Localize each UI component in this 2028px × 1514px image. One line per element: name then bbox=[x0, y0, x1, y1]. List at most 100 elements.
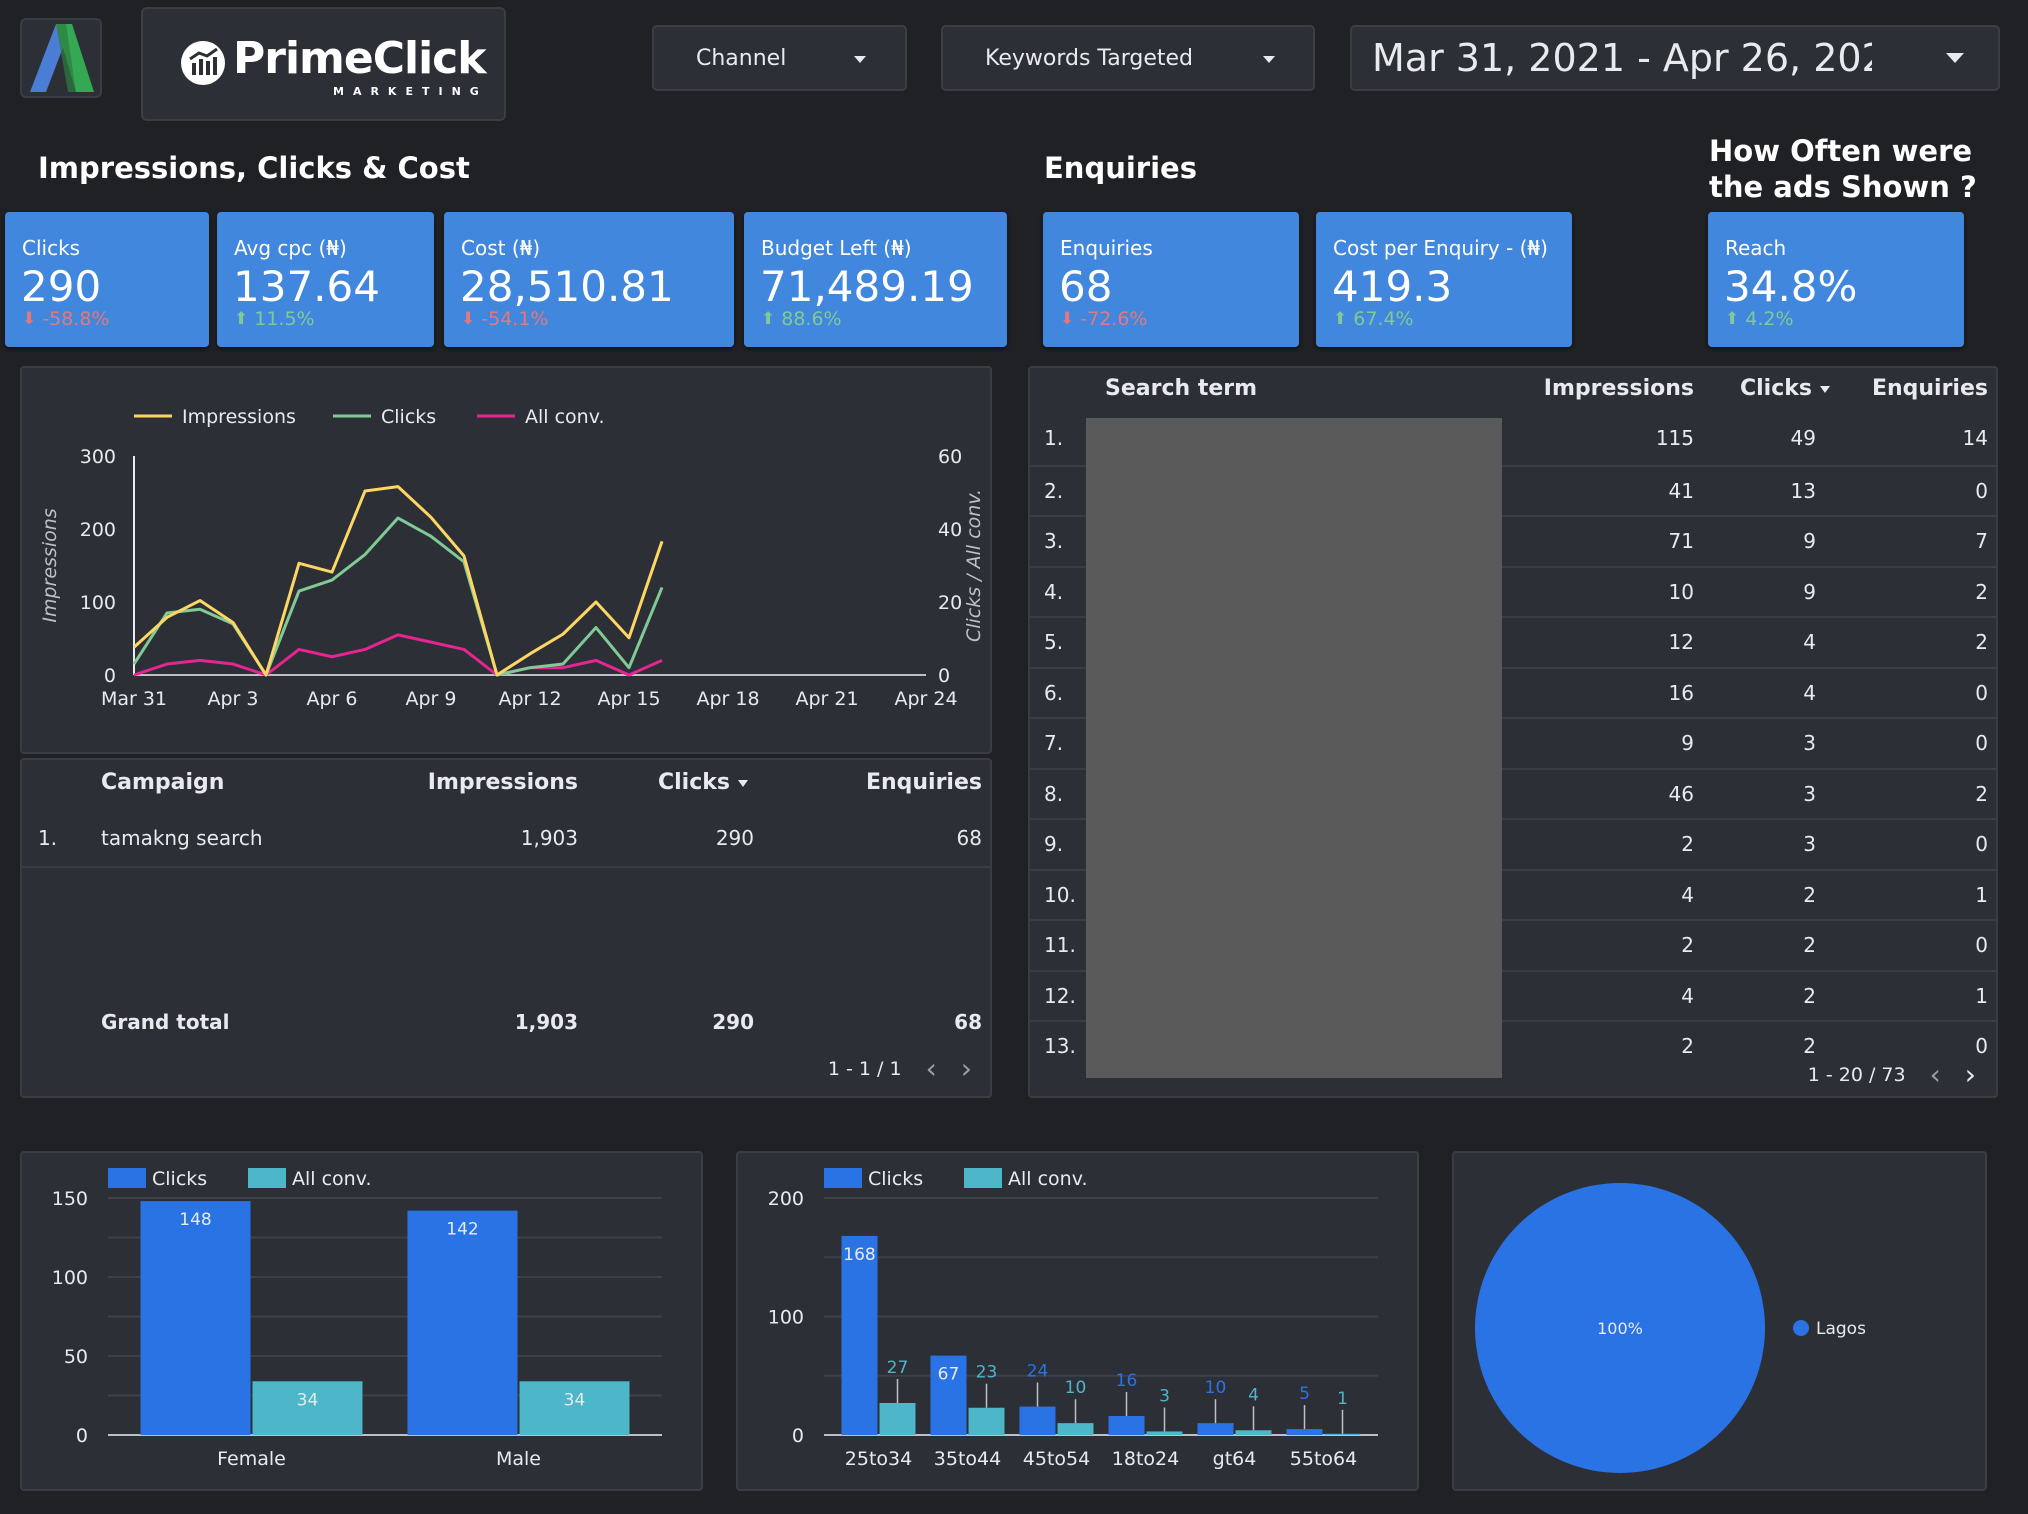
performance-line-chart-panel: Impressions Clicks All conv. 0 100 200 300 0 20 4… bbox=[20, 366, 992, 754]
y-right-tick-label: 40 bbox=[938, 519, 962, 541]
bar-clicks-45to54 bbox=[1019, 1406, 1056, 1435]
bar-clicks-female bbox=[140, 1201, 251, 1435]
kpi-value: 290 bbox=[21, 262, 102, 311]
keywords-filter-dropdown[interactable]: Keywords Targeted bbox=[941, 25, 1315, 91]
row-impressions: 4 bbox=[1681, 983, 1694, 1008]
row-clicks: 4 bbox=[1803, 680, 1816, 705]
y-tick-label: 300 bbox=[80, 446, 116, 468]
col-header-clicks[interactable]: Clicks bbox=[1740, 376, 1830, 401]
row-impressions: 16 bbox=[1668, 680, 1694, 705]
legend-label: Clicks bbox=[381, 406, 436, 428]
col-header-impressions[interactable]: Impressions bbox=[1544, 376, 1694, 401]
campaign-table-panel: Campaign Impressions Clicks Enquiries 1.… bbox=[20, 758, 992, 1098]
col-header-campaign[interactable]: Campaign bbox=[101, 770, 224, 795]
arrow-up-icon: ⬆ bbox=[761, 309, 776, 329]
data-label: 10 bbox=[1205, 1378, 1227, 1398]
date-range-picker[interactable]: Mar 31, 2021 - Apr 26, 202 bbox=[1350, 25, 2000, 91]
brand-name: PrimeClick bbox=[233, 33, 487, 84]
col-header-clicks-label: Clicks bbox=[658, 770, 730, 795]
arrow-down-icon: ⬇ bbox=[461, 309, 476, 329]
row-enquiries: 68 bbox=[956, 826, 982, 850]
col-header-clicks[interactable]: Clicks bbox=[658, 770, 748, 795]
row-clicks: 4 bbox=[1803, 630, 1816, 654]
legend-label: All conv. bbox=[525, 406, 605, 428]
pagination-range: 1 - 1 / 1 bbox=[827, 1057, 902, 1080]
kpi-value: 68 bbox=[1059, 262, 1113, 311]
data-label: 34 bbox=[564, 1390, 586, 1410]
total-enquiries: 68 bbox=[954, 1010, 982, 1034]
data-label: 24 bbox=[1027, 1362, 1049, 1382]
x-tick-label: Apr 12 bbox=[498, 688, 561, 710]
total-label: Grand total bbox=[101, 1010, 230, 1034]
row-campaign: tamakng search bbox=[101, 826, 263, 850]
row-enquiries: 2 bbox=[1975, 781, 1988, 806]
legend-label: Clicks bbox=[152, 1168, 207, 1190]
data-label: 34 bbox=[297, 1390, 319, 1410]
kpi-card-cost: Cost (₦) 28,510.81 ⬇ -54.1% bbox=[444, 212, 734, 347]
performance-line-chart: Impressions Clicks All conv. 0 100 200 300 0 20 4… bbox=[39, 406, 985, 710]
row-index: 10. bbox=[1044, 882, 1076, 907]
row-enquiries: 0 bbox=[1975, 731, 1988, 755]
legend-swatch-clicks bbox=[108, 1168, 146, 1188]
data-label: 67 bbox=[938, 1365, 960, 1385]
bar-all-conv--18to24 bbox=[1146, 1431, 1183, 1435]
arrow-up-icon: ⬆ bbox=[1725, 309, 1740, 329]
kpi-delta-value: 67.4% bbox=[1353, 308, 1414, 330]
prev-page-button[interactable]: ‹ bbox=[1930, 1058, 1941, 1091]
data-label: 3 bbox=[1159, 1386, 1170, 1406]
gender-bar-chart: Clicks All conv. 0 50 100 150 148 34 Female 142 34… bbox=[52, 1168, 662, 1470]
data-label: 168 bbox=[843, 1245, 875, 1265]
table-row[interactable]: 1. tamakng search 1,903 290 68 bbox=[22, 814, 990, 864]
kpi-value: 28,510.81 bbox=[460, 262, 674, 311]
col-header-enquiries[interactable]: Enquiries bbox=[1872, 376, 1988, 401]
age-bar-chart: Clicks All conv. 0 100 200 168 27 25to34 67 23 35t… bbox=[768, 1168, 1378, 1470]
row-index: 2. bbox=[1044, 478, 1064, 503]
kpi-card-reach: Reach 34.8% ⬆ 4.2% bbox=[1708, 212, 1964, 347]
row-impressions: 2 bbox=[1681, 1034, 1694, 1058]
col-header-impressions[interactable]: Impressions bbox=[428, 770, 578, 795]
google-ads-logo bbox=[20, 18, 102, 98]
y-right-axis-title: Clicks / All conv. bbox=[963, 489, 985, 642]
bar-clicks-18to24 bbox=[1108, 1416, 1145, 1435]
kpi-label: Avg cpc (₦) bbox=[234, 236, 347, 260]
kpi-card-cost-per-enquiry: Cost per Enquiry - (₦) 419.3 ⬆ 67.4% bbox=[1316, 212, 1572, 347]
x-tick-label: 35to44 bbox=[934, 1448, 1001, 1470]
row-clicks: 2 bbox=[1803, 1034, 1816, 1058]
series-line-impressions bbox=[132, 485, 664, 677]
row-enquiries: 2 bbox=[1975, 630, 1988, 654]
brand-logo: PrimeClick MARKETING bbox=[141, 7, 506, 121]
prev-page-button[interactable]: ‹ bbox=[926, 1052, 937, 1085]
channel-filter-dropdown[interactable]: Channel bbox=[652, 25, 907, 91]
legend-label: All conv. bbox=[1008, 1168, 1088, 1190]
row-index: 3. bbox=[1044, 529, 1064, 553]
legend-swatch-clicks bbox=[824, 1168, 862, 1188]
kpi-value: 34.8% bbox=[1724, 262, 1858, 311]
col-header-enquiries[interactable]: Enquiries bbox=[866, 770, 982, 795]
enquiries-section-title: Enquiries bbox=[1044, 151, 1197, 185]
row-clicks: 3 bbox=[1803, 781, 1816, 806]
col-header-clicks-label: Clicks bbox=[1740, 376, 1812, 401]
bar-clicks-55to64 bbox=[1286, 1429, 1323, 1435]
location-pie-chart: 100% Lagos bbox=[1475, 1183, 1866, 1473]
redacted-search-terms bbox=[1086, 418, 1502, 1078]
x-tick-label: Apr 21 bbox=[795, 688, 858, 710]
kpi-delta: ⬆ 4.2% bbox=[1725, 308, 1794, 330]
data-label: 4 bbox=[1248, 1385, 1259, 1405]
next-page-button[interactable]: › bbox=[1965, 1058, 1976, 1091]
data-label: 23 bbox=[976, 1363, 998, 1383]
y-tick-label: 0 bbox=[76, 1425, 88, 1447]
row-clicks: 9 bbox=[1803, 579, 1816, 604]
col-header-search-term[interactable]: Search term bbox=[1105, 376, 1257, 401]
x-tick-label: Apr 3 bbox=[208, 688, 259, 710]
arrow-up-icon: ⬆ bbox=[1333, 309, 1348, 329]
legend-swatch-all-conv- bbox=[964, 1168, 1002, 1188]
row-clicks: 3 bbox=[1803, 731, 1816, 755]
legend-label: All conv. bbox=[292, 1168, 372, 1190]
y-tick-label: 0 bbox=[792, 1425, 804, 1447]
y-right-tick-label: 20 bbox=[938, 592, 962, 614]
bar-all-conv--25to34 bbox=[879, 1403, 916, 1435]
x-tick-label: 55to64 bbox=[1290, 1448, 1357, 1470]
channel-filter-label: Channel bbox=[696, 45, 787, 71]
next-page-button[interactable]: › bbox=[961, 1052, 972, 1085]
row-index: 4. bbox=[1044, 579, 1064, 604]
